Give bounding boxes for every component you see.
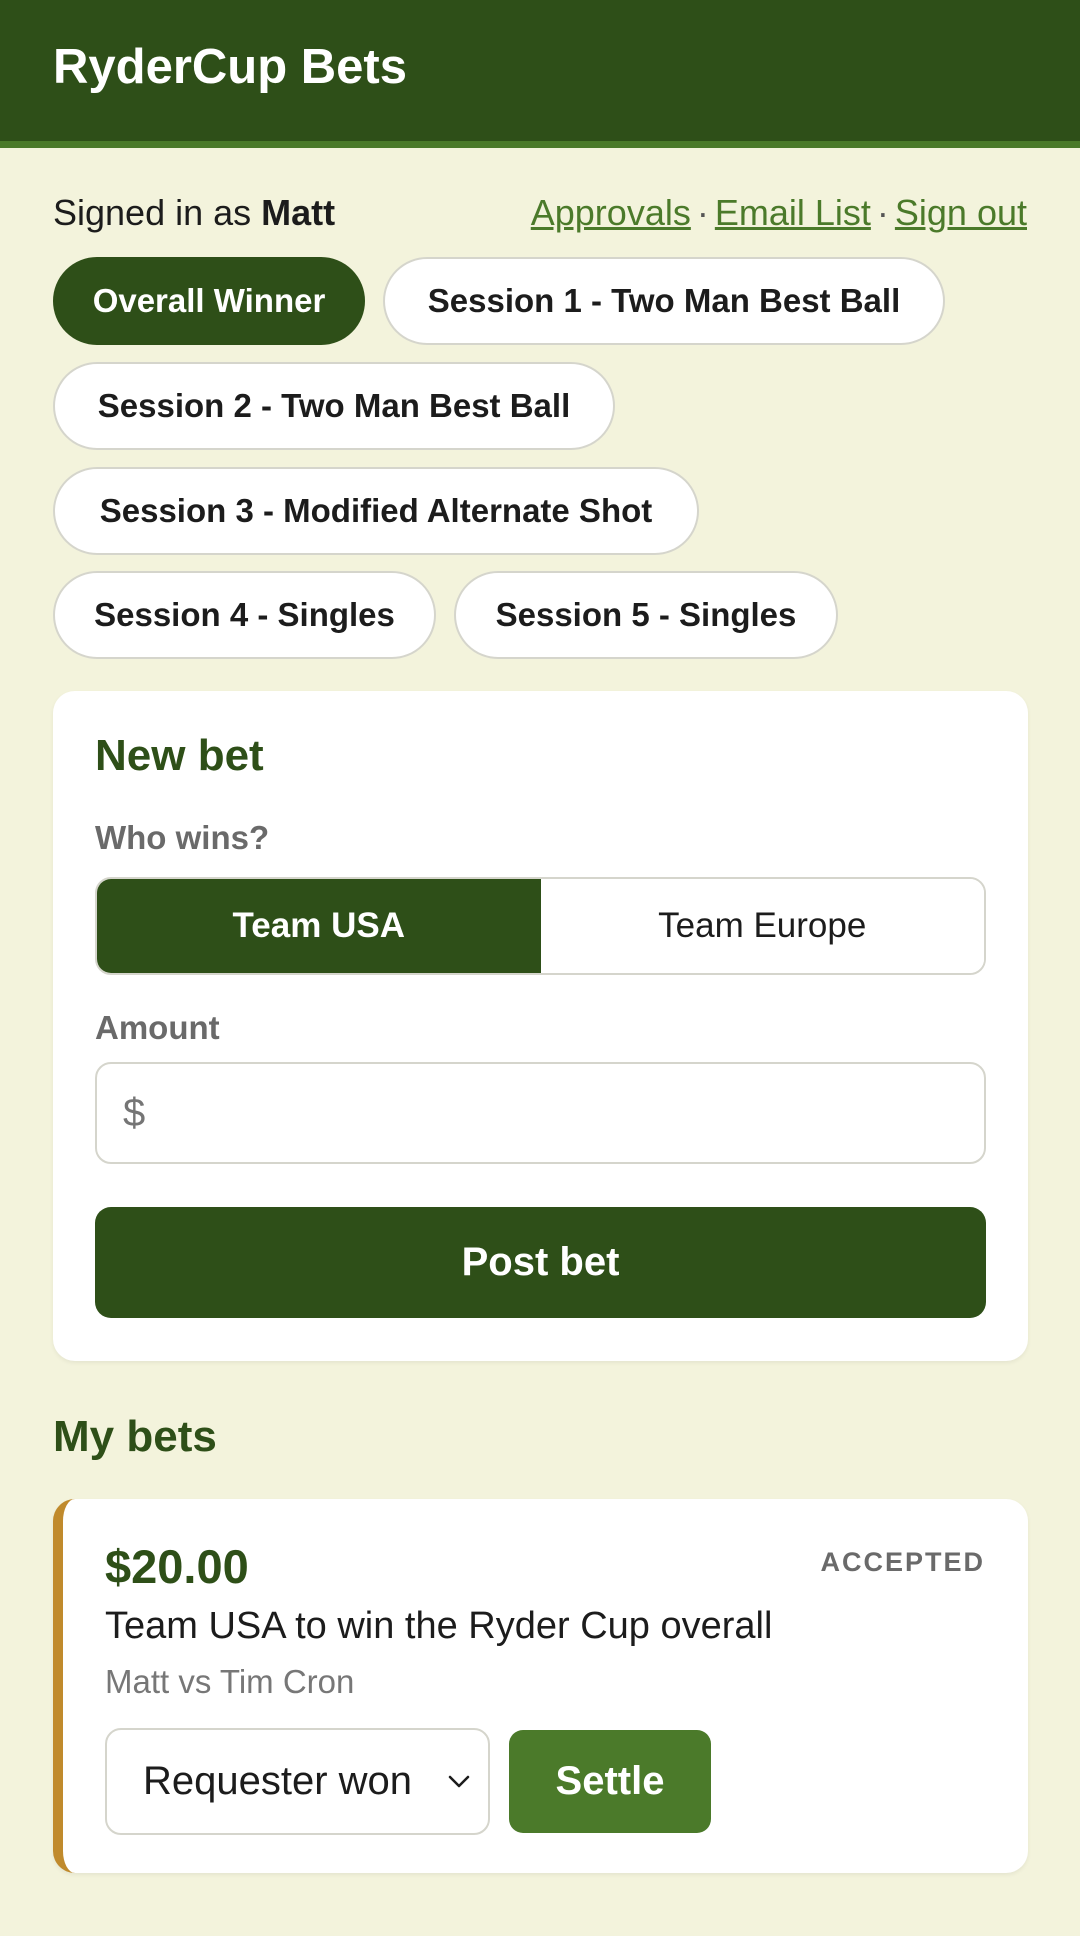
approvals-link[interactable]: Approvals — [531, 192, 691, 233]
top-bar: RyderCup Bets — [0, 0, 1080, 148]
my-bets-heading: My bets — [53, 1412, 217, 1461]
signed-in-prefix: Signed in as — [53, 192, 252, 233]
outcome-selected-value: Requester won — [143, 1759, 413, 1803]
chevron-down-icon — [448, 1775, 470, 1788]
tab-session-2[interactable]: Session 2 - Two Man Best Ball — [53, 362, 615, 450]
outcome-select[interactable]: Requester won — [105, 1728, 490, 1835]
amount-field[interactable] — [95, 1062, 986, 1164]
new-bet-heading: New bet — [95, 731, 264, 780]
who-wins-label: Who wins? — [95, 819, 270, 856]
amount-input[interactable] — [123, 1090, 984, 1136]
team-selector: Team USA Team Europe — [95, 877, 986, 975]
team-usa-option[interactable]: Team USA — [97, 879, 541, 973]
tab-session-5[interactable]: Session 5 - Singles — [454, 571, 838, 659]
tab-session-1[interactable]: Session 1 - Two Man Best Ball — [383, 257, 945, 345]
team-europe-option[interactable]: Team Europe — [540, 879, 984, 973]
amount-label: Amount — [95, 1009, 220, 1046]
bet-amount: $20.00 — [105, 1540, 249, 1593]
new-bet-card: New bet Who wins? Team USA Team Europe A… — [53, 691, 1028, 1361]
tab-session-4[interactable]: Session 4 - Singles — [53, 571, 436, 659]
bet-matchup: Matt vs Tim Cron — [105, 1663, 355, 1700]
tab-overall-winner[interactable]: Overall Winner — [53, 257, 365, 345]
user-name: Matt — [261, 192, 336, 233]
user-row: Signed in as Matt Approvals · Email List · S… — [53, 190, 1027, 236]
status-badge: ACCEPTED — [820, 1547, 985, 1577]
link-separator: · — [876, 192, 889, 233]
signed-in-text: Signed in as Matt — [53, 192, 335, 234]
app-title: RyderCup Bets — [53, 39, 407, 94]
bet-card: $20.00 ACCEPTED Team USA to win the Ryde… — [53, 1499, 1028, 1873]
sign-out-link[interactable]: Sign out — [895, 192, 1027, 233]
settle-button[interactable]: Settle — [509, 1730, 711, 1833]
post-bet-button[interactable]: Post bet — [95, 1207, 986, 1318]
email-list-link[interactable]: Email List — [715, 192, 871, 233]
header-links: Approvals · Email List · Sign out — [531, 192, 1027, 234]
link-separator: · — [696, 192, 709, 233]
bet-description: Team USA to win the Ryder Cup overall — [105, 1605, 773, 1647]
tab-session-3[interactable]: Session 3 - Modified Alternate Shot — [53, 467, 699, 555]
